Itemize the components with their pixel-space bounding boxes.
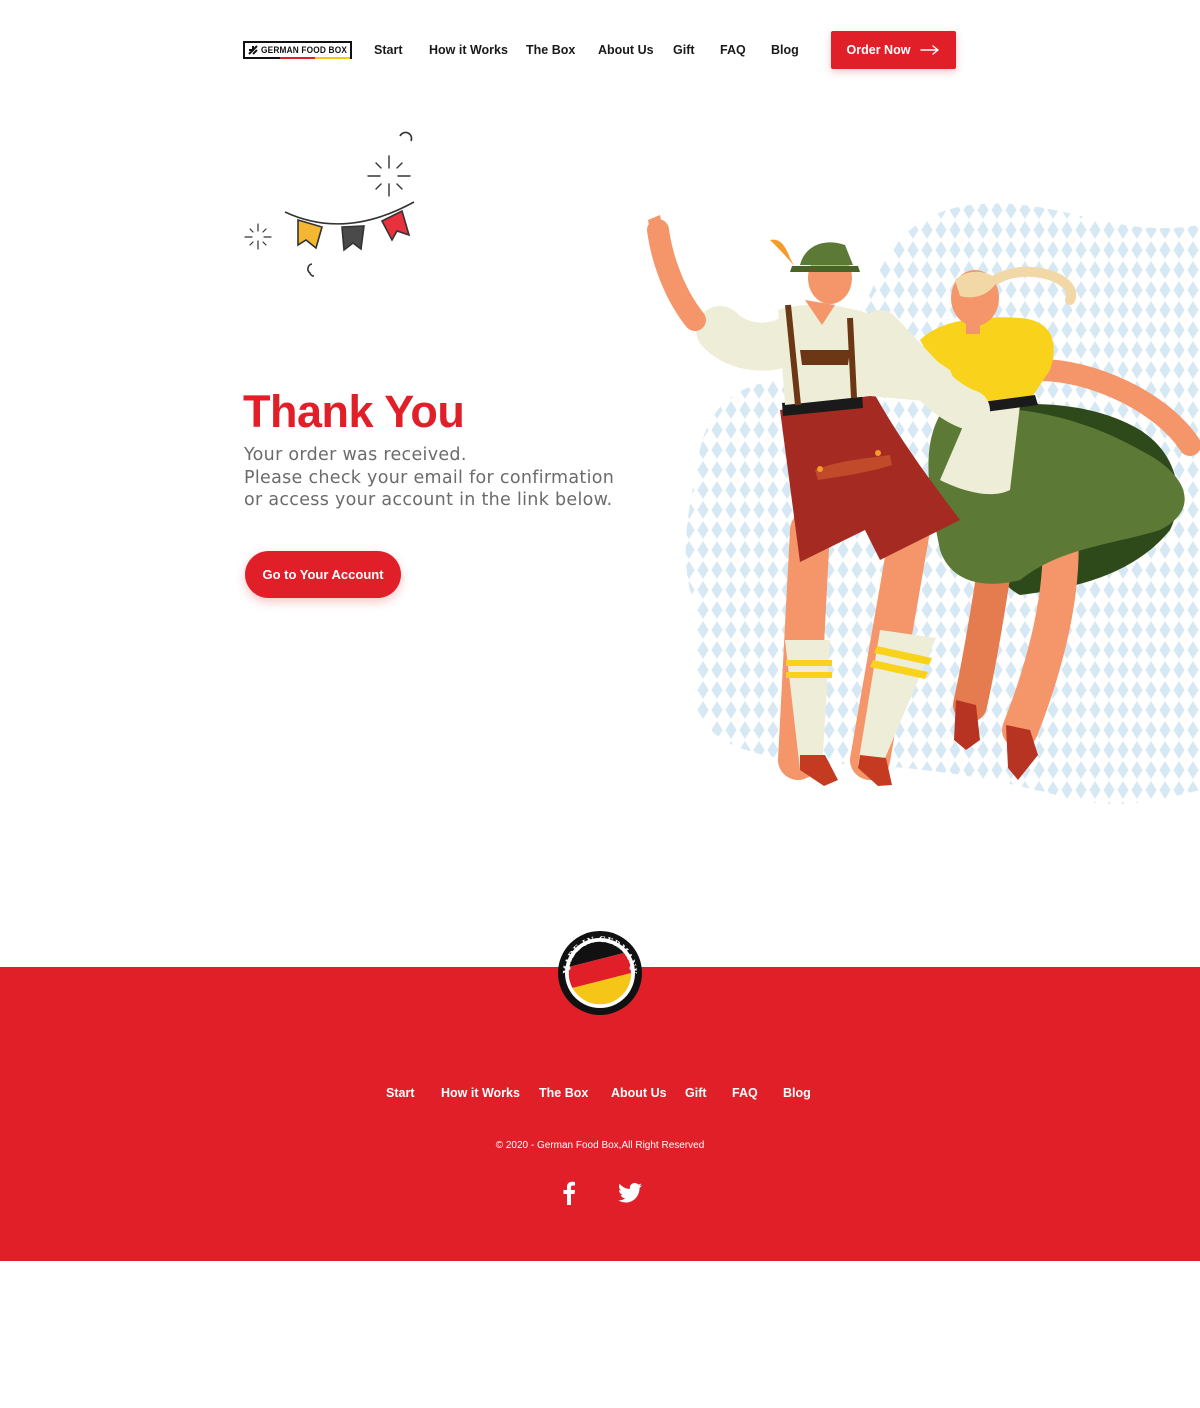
footer-nav-gift[interactable]: Gift [685,1086,707,1100]
dancing-couple-illustration [647,203,1200,804]
footer-nav-about-us[interactable]: About Us [611,1086,667,1100]
logo-flag-strip [245,57,350,59]
logo-mark-icon [247,43,259,57]
footer-nav-how-it-works[interactable]: How it Works [441,1086,520,1100]
confirmation-message: Your order was received. Please check yo… [244,444,664,512]
facebook-icon[interactable] [556,1180,582,1206]
small-sparkle-icon [244,223,272,250]
order-now-button[interactable]: Order Now [831,31,956,69]
page-title: Thank You [243,386,465,437]
message-line-2: Please check your email for confirmation [244,467,615,488]
message-line-3: or access your account in the link below… [244,490,613,510]
made-in-germany-badge: MADE IN GERMANY [558,931,642,1015]
footer-nav-blog[interactable]: Blog [783,1086,811,1100]
nav-faq[interactable]: FAQ [720,43,746,57]
footer-nav-faq[interactable]: FAQ [732,1086,758,1100]
nav-the-box[interactable]: The Box [526,43,575,57]
bunting-decoration [244,131,415,277]
go-to-account-button[interactable]: Go to Your Account [245,551,401,598]
message-line-1: Your order was received. [244,445,467,465]
nav-how-it-works[interactable]: How it Works [429,43,508,57]
nav-blog[interactable]: Blog [771,43,799,57]
nav-start[interactable]: Start [374,43,402,57]
arrow-right-icon [920,45,940,55]
nav-about-us[interactable]: About Us [598,43,654,57]
nav-gift[interactable]: Gift [673,43,695,57]
twitter-icon[interactable] [617,1180,643,1206]
sparkle-icon [367,155,411,197]
order-now-label: Order Now [846,43,911,57]
copyright-text: © 2020 - German Food Box,All Right Reser… [495,1140,705,1151]
footer-nav-start[interactable]: Start [386,1086,414,1100]
logo[interactable]: GERMAN FOOD BOX [243,41,352,59]
footer-nav-the-box[interactable]: The Box [539,1086,588,1100]
logo-text: GERMAN FOOD BOX [261,45,348,55]
